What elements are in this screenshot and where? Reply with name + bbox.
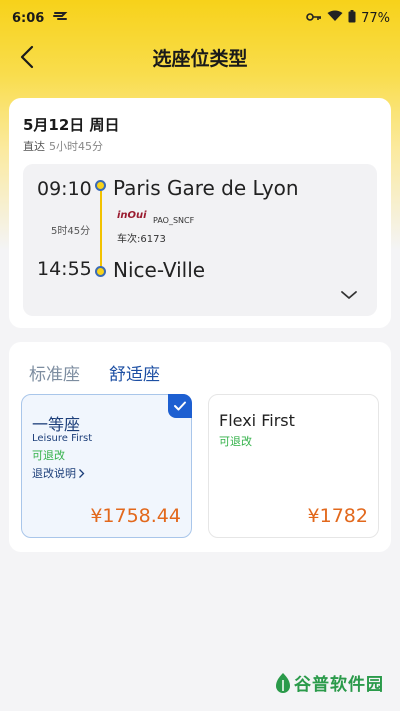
- trip-type: 直达 5小时45分: [23, 138, 103, 154]
- departure-station: Paris Gare de Lyon: [113, 176, 299, 200]
- wifi-icon: [327, 10, 343, 26]
- refund-rules-link[interactable]: 退改说明: [32, 465, 85, 481]
- chevron-down-icon: [341, 291, 357, 299]
- train-brand-logo: inOui: [117, 210, 147, 221]
- page-title: 选座位类型: [152, 47, 248, 70]
- operator-name: PAO_SNCF: [153, 216, 195, 225]
- seat-option-first-class[interactable]: 一等座 Leisure First 可退改 退改说明 ¥1758.44: [21, 394, 192, 538]
- tab-comfort-seat[interactable]: 舒适座: [109, 360, 160, 385]
- refund-change-label: 可退改: [32, 449, 65, 462]
- travel-duration: 5时45分: [51, 226, 91, 237]
- direct-label: 直达: [23, 140, 45, 153]
- option-title: Flexi First: [219, 411, 295, 430]
- arrival-dot: [95, 266, 106, 277]
- arrival-station: Nice-Ville: [113, 258, 206, 282]
- option-price: ¥1758.44: [90, 505, 181, 527]
- trip-duration: 5小时45分: [49, 140, 103, 153]
- option-subtitle: Leisure First: [32, 433, 93, 444]
- trip-date: 5月12日 周日: [23, 116, 120, 134]
- departure-dot: [95, 180, 106, 191]
- watermark-text: 谷普软件园: [294, 675, 384, 695]
- seat-type-card: 标准座 舒适座 一等座 Leisure First 可退改 退改说明 ¥1758…: [9, 342, 391, 552]
- option-title: 一等座: [32, 415, 81, 434]
- train-number: 车次:6173: [117, 234, 166, 245]
- chevron-left-icon: [20, 45, 34, 69]
- watermark-logo-icon: [276, 672, 290, 693]
- option-price: ¥1782: [307, 505, 368, 527]
- chevron-right-icon: [79, 468, 85, 478]
- selected-check-icon: [168, 394, 192, 418]
- status-time: 6:06: [12, 10, 45, 26]
- battery-level: 77%: [361, 10, 390, 26]
- back-button[interactable]: [14, 44, 40, 70]
- app-notification-icon: [52, 10, 68, 26]
- route-details[interactable]: 09:10 Paris Gare de Lyon 5时45分 inOui PAO…: [23, 164, 377, 316]
- arrival-time: 14:55: [37, 258, 92, 280]
- refund-change-label: 可退改: [219, 435, 252, 448]
- route-line: [100, 191, 102, 267]
- refund-rules-label: 退改说明: [32, 467, 76, 480]
- tab-standard-seat[interactable]: 标准座: [29, 360, 80, 385]
- expand-button[interactable]: [339, 286, 359, 300]
- trip-summary-card: 5月12日 周日 直达 5小时45分 09:10 Paris Gare de Ly…: [9, 98, 391, 328]
- battery-icon: [348, 9, 356, 27]
- status-bar: 6:06 77%: [0, 0, 400, 36]
- watermark: 谷普软件园: [274, 670, 384, 695]
- nav-bar: 选座位类型: [0, 36, 400, 78]
- vpn-key-icon: [306, 11, 322, 26]
- departure-time: 09:10: [37, 178, 92, 200]
- seat-option-flexi-first[interactable]: Flexi First 可退改 ¥1782: [208, 394, 379, 538]
